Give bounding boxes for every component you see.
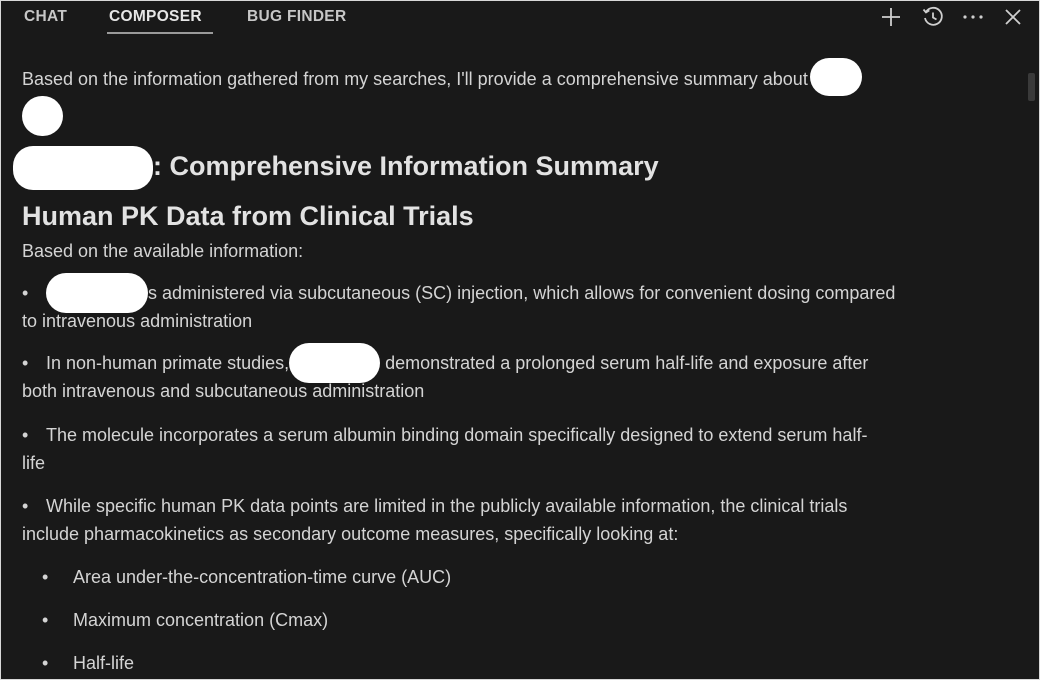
plus-icon[interactable] [878, 5, 904, 29]
composer-panel: CHAT COMPOSER BUG FINDER Based on the in… [0, 0, 1040, 680]
bullet-dot: • [42, 610, 49, 630]
summary-title-text: : Comprehensive Information Summary [153, 151, 659, 181]
assistant-message: Based on the information gathered from m… [13, 58, 1022, 677]
bullet-text: s administered via subcutaneous (SC) inj… [148, 283, 896, 303]
tab-bug-finder[interactable]: BUG FINDER [247, 8, 346, 26]
bullet-dot: • [22, 425, 29, 445]
list-item: • Maximum concentration (Cmax) [22, 606, 1022, 634]
close-icon[interactable] [1000, 5, 1026, 29]
active-tab-indicator [107, 32, 213, 34]
list-item: • While specific human PK data points are… [22, 492, 1022, 548]
redaction [809, 58, 862, 96]
bullet-dot: • [22, 283, 29, 303]
bullet-text: While specific human PK data points are … [46, 496, 848, 516]
intro-text: Based on the information gathered from m… [22, 68, 808, 89]
list-item: • Half-life [22, 649, 1022, 677]
bullet-text: In non-human primate studies, [46, 353, 290, 373]
intro-paragraph: Based on the information gathered from m… [22, 58, 1022, 96]
tab-composer[interactable]: COMPOSER [109, 8, 202, 26]
bullet-text: The molecule incorporates a serum albumi… [46, 425, 868, 445]
history-icon[interactable] [920, 5, 946, 29]
redaction [22, 96, 63, 136]
list-item: • The molecule incorporates a serum album… [22, 421, 1022, 477]
scrollbar-thumb[interactable] [1028, 73, 1035, 101]
bullet-text-cont: to intravenous administration [22, 311, 253, 331]
bullet-dot: • [22, 353, 29, 373]
redaction [13, 145, 153, 190]
tab-chat[interactable]: CHAT [24, 8, 67, 26]
bullet-dot: • [42, 567, 49, 587]
list-item: • s administered via subcutaneous (SC) i… [22, 273, 1022, 335]
tab-bar: CHAT COMPOSER BUG FINDER [1, 1, 1039, 37]
list-item: • Area under-the-concentration-time curve… [22, 563, 1022, 591]
bullet-text: Half-life [73, 653, 135, 673]
bullet-dot: • [42, 653, 49, 673]
bullet-text-cont: life [22, 453, 46, 473]
bullet-dot: • [22, 496, 29, 516]
list-item: • In non-human primate studies, demonstr… [22, 343, 1022, 405]
section-heading: Human PK Data from Clinical Trials [22, 201, 474, 231]
summary-title: : Comprehensive Information Summary [13, 142, 1022, 190]
bullet-text-cont: include pharmacokinetics as secondary ou… [22, 524, 679, 544]
bullet-text-cont: both intravenous and subcutaneous admini… [22, 381, 425, 401]
bullet-text: Maximum concentration (Cmax) [73, 610, 329, 630]
lead-text: Based on the available information: [22, 241, 304, 261]
bullet-text: Area under-the-concentration-time curve … [73, 567, 452, 587]
more-icon[interactable] [960, 5, 986, 29]
bullet-text: demonstrated a prolonged serum half-life… [380, 353, 869, 373]
